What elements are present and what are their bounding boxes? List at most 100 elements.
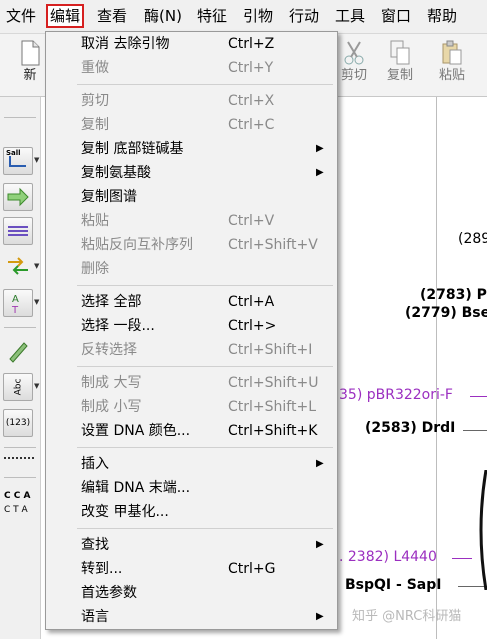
menu-edit[interactable]: 编辑 (46, 4, 85, 28)
menu-item-insert[interactable]: 插入 ▶ (46, 452, 337, 476)
menu-item-cut[interactable]: 剪切 Ctrl+X (46, 89, 337, 113)
menu-features[interactable]: 特征 (193, 4, 231, 28)
menu-separator (77, 84, 333, 85)
submenu-arrow-icon: ▶ (316, 143, 324, 154)
menu-item-label: 语言 (81, 609, 109, 625)
menu-item-shortcut: Ctrl+V (228, 213, 275, 229)
enzyme-label[interactable]: BspQI - SapI (345, 577, 441, 593)
menu-item-lowercase[interactable]: 制成 小写 Ctrl+Shift+L (46, 395, 337, 419)
enzyme-label[interactable]: (2583) DrdI (365, 420, 455, 436)
menu-actions[interactable]: 行动 (285, 4, 323, 28)
primer-button[interactable] (3, 217, 33, 245)
menu-enzymes[interactable]: 酶(N) (140, 4, 186, 28)
feature-label[interactable]: 35) pBR322ori-F (339, 387, 453, 403)
menu-item-undo[interactable]: 取消 去除引物 Ctrl+Z (46, 32, 337, 56)
plasmid-circle-arc (479, 470, 487, 590)
menu-item-preferences[interactable]: 首选参数 (46, 581, 337, 605)
cut-button-label: 剪切 (340, 68, 367, 83)
menu-item-label: 制成 大写 (81, 375, 142, 391)
chevron-down-icon[interactable]: ▼ (34, 156, 40, 164)
menu-item-find[interactable]: 查找 ▶ (46, 533, 337, 557)
menu-item-copy-bottom-strand[interactable]: 复制 底部链碱基 ▶ (46, 137, 337, 161)
menu-item-paste-reverse-complement[interactable]: 粘贴反向互补序列 Ctrl+Shift+V (46, 233, 337, 257)
abc-button[interactable]: Abc (3, 373, 33, 401)
map-label[interactable]: (2783) P (420, 287, 487, 303)
menu-item-redo[interactable]: 重做 Ctrl+Y (46, 56, 337, 80)
feature-label[interactable]: . 2382) L4440 (339, 549, 437, 565)
menu-item-uppercase[interactable]: 制成 大写 Ctrl+Shift+U (46, 371, 337, 395)
menu-item-edit-dna-ends[interactable]: 编辑 DNA 末端... (46, 476, 337, 500)
menu-item-shortcut: Ctrl+Shift+I (228, 342, 313, 358)
menu-item-copy-map[interactable]: 复制图谱 (46, 185, 337, 209)
menu-item-label: 复制氨基酸 (81, 165, 151, 181)
chevron-down-icon[interactable]: ▼ (34, 262, 40, 270)
menu-help[interactable]: 帮助 (423, 4, 461, 28)
toolbar-divider (4, 117, 36, 118)
map-label[interactable]: (2779) Bse (405, 305, 487, 321)
menu-view[interactable]: 查看 (93, 4, 131, 28)
submenu-arrow-icon: ▶ (316, 611, 324, 622)
map-label-text: (2783) P (420, 287, 487, 303)
new-document-icon (21, 40, 40, 66)
copy-button-label: 复制 (386, 68, 413, 83)
menu-item-shortcut: Ctrl+C (228, 117, 275, 133)
numbering-button[interactable]: (123) (3, 409, 33, 437)
codon-sublabel: C T A (4, 505, 28, 515)
map-label[interactable]: (289 (458, 231, 487, 247)
paste-button[interactable]: 粘贴 (430, 38, 474, 94)
menu-item-select-all[interactable]: 选择 全部 Ctrl+A (46, 290, 337, 314)
menu-item-set-dna-color[interactable]: 设置 DNA 颜色... Ctrl+Shift+K (46, 419, 337, 443)
feature-leader-line (452, 558, 472, 559)
text-annotation-button[interactable]: AT (3, 289, 33, 317)
clipboard-icon (442, 40, 462, 65)
menu-window[interactable]: 窗口 (377, 4, 415, 28)
menu-item-label: 反转选择 (81, 342, 137, 358)
menu-item-go-to[interactable]: 转到... Ctrl+G (46, 557, 337, 581)
edit-menu: 取消 去除引物 Ctrl+Z 重做 Ctrl+Y 剪切 Ctrl+X 复制 Ct… (45, 31, 338, 630)
scissors-icon (344, 41, 364, 65)
menu-item-invert-selection[interactable]: 反转选择 Ctrl+Shift+I (46, 338, 337, 362)
menu-primers[interactable]: 引物 (239, 4, 277, 28)
abc-label: Abc (12, 378, 23, 396)
primer-icon (8, 226, 28, 236)
menu-item-shortcut: Ctrl+Shift+U (228, 375, 319, 391)
codon-button-label: C C A (4, 491, 31, 501)
menu-item-delete[interactable]: 删除 (46, 257, 337, 281)
menu-item-label: 删除 (81, 261, 109, 277)
submenu-arrow-icon: ▶ (316, 167, 324, 178)
watermark: 知乎 @NRC科研猫 (352, 609, 462, 624)
menu-item-copy[interactable]: 复制 Ctrl+C (46, 113, 337, 137)
orf-button[interactable] (3, 253, 33, 281)
pencil-icon (9, 342, 28, 363)
chevron-down-icon[interactable]: ▼ (34, 298, 40, 306)
ruler-icon[interactable] (4, 457, 34, 463)
codon-button[interactable]: C T A (4, 505, 28, 515)
feature-arrow-button[interactable] (3, 183, 33, 211)
menu-separator (77, 285, 333, 286)
menu-item-change-methylation[interactable]: 改变 甲基化... (46, 500, 337, 524)
menu-item-select-range[interactable]: 选择 一段... Ctrl+> (46, 314, 337, 338)
menu-item-label: 取消 去除引物 (81, 36, 170, 52)
menu-separator (77, 447, 333, 448)
chevron-down-icon[interactable]: ▼ (34, 382, 40, 390)
menu-item-copy-amino-acids[interactable]: 复制氨基酸 ▶ (46, 161, 337, 185)
text-at-icon: AT (11, 294, 19, 316)
arrow-right-icon (7, 187, 29, 207)
menu-file[interactable]: 文件 (2, 4, 40, 28)
menu-item-label: 插入 (81, 456, 109, 472)
menu-separator (77, 366, 333, 367)
menu-item-label: 复制 (81, 117, 109, 133)
orf-arrows-icon (8, 257, 28, 275)
menu-item-label: 转到... (81, 561, 123, 577)
menu-item-shortcut: Ctrl+Shift+K (228, 423, 318, 439)
copy-button[interactable]: 复制 (378, 38, 422, 94)
submenu-arrow-icon: ▶ (316, 458, 324, 469)
menu-item-label: 首选参数 (81, 585, 137, 601)
menu-tools[interactable]: 工具 (331, 4, 369, 28)
restriction-site-button[interactable]: Sall (3, 147, 33, 175)
draw-line-button[interactable] (3, 337, 33, 365)
numbering-label: (123) (5, 418, 31, 428)
menu-item-language[interactable]: 语言 ▶ (46, 605, 337, 629)
menu-item-paste[interactable]: 粘贴 Ctrl+V (46, 209, 337, 233)
cut-button[interactable]: 剪切 (332, 38, 376, 94)
